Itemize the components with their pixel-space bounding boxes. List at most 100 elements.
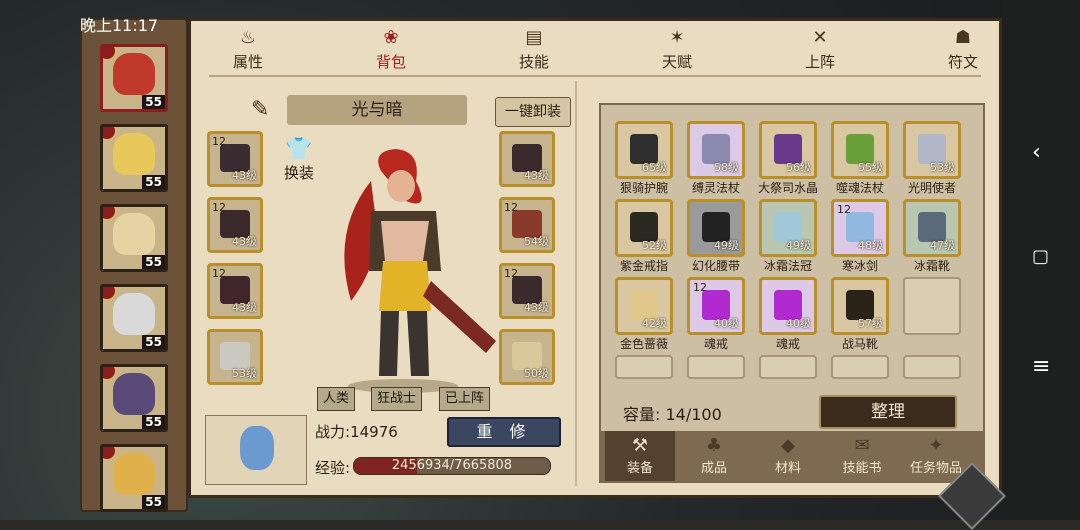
item-level: 56级 xyxy=(786,161,811,174)
inventory-item[interactable]: 40级 xyxy=(759,277,817,335)
tab-2[interactable]: ▤ 技能 xyxy=(489,27,579,72)
empty-slot[interactable] xyxy=(759,355,817,379)
hero-level: 55 xyxy=(142,495,165,509)
hero-portrait[interactable]: 55 xyxy=(100,204,168,272)
hero-portrait[interactable]: 55 xyxy=(100,444,168,512)
feather-icon[interactable]: ✎ xyxy=(251,97,269,122)
equip-slot[interactable]: 50级 xyxy=(499,329,555,385)
inventory-item[interactable]: 57级 xyxy=(831,277,889,335)
equip-slot[interactable]: 12 43级 xyxy=(207,197,263,253)
item-level: 57级 xyxy=(858,317,883,330)
item-name: 冰霜法冠 xyxy=(763,259,812,273)
bottom-tab-4[interactable]: ✦ 任务物品 xyxy=(901,435,971,476)
reforge-button[interactable]: 重 修 xyxy=(447,417,561,447)
item-name: 魂戒 xyxy=(703,337,728,351)
top-tabs: ♨ 属性 ❀ 背包 ▤ 技能 ✶ 天赋 ✕ 上阵 ☗ 符文 xyxy=(191,21,999,77)
item-name: 噬魂法杖 xyxy=(835,181,884,195)
pet-slot[interactable] xyxy=(205,415,307,485)
tab-5[interactable]: ☗ 符文 xyxy=(918,27,1008,72)
bottom-tab-1[interactable]: ♣ 成品 xyxy=(679,435,749,476)
inventory-item[interactable]: 52级 xyxy=(615,199,673,257)
hero-level: 55 xyxy=(142,255,165,269)
equip-slot[interactable]: 53级 xyxy=(207,329,263,385)
bottom-tab-label: 成品 xyxy=(700,461,727,476)
hero-level: 55 xyxy=(142,175,165,189)
empty-slot[interactable] xyxy=(615,355,673,379)
unequip-all-button[interactable]: 一键卸装 xyxy=(495,97,571,127)
pin-icon xyxy=(103,287,117,301)
item-level: 50级 xyxy=(524,367,549,380)
tab-label: 技能 xyxy=(518,53,549,71)
bottom-tab-2[interactable]: ◆ 材料 xyxy=(753,435,823,476)
empty-slot[interactable] xyxy=(687,355,745,379)
inventory-panel: ♨ 属性 ❀ 背包 ▤ 技能 ✶ 天赋 ✕ 上阵 ☗ 符文 ✎ 光与暗 一键卸装 👕 换装 12 43级… xyxy=(188,18,1002,498)
back-icon[interactable]: ‹ xyxy=(1032,140,1041,165)
hero-portrait[interactable]: 55 xyxy=(100,364,168,432)
tab-0[interactable]: ♨ 属性 xyxy=(203,27,293,72)
inventory-item[interactable]: 65级 xyxy=(615,121,673,179)
inventory-item[interactable]: 47级 xyxy=(903,199,961,257)
inventory-item[interactable]: 56级 xyxy=(759,121,817,179)
pet-dragon-icon xyxy=(240,426,274,470)
ore-icon: ◆ xyxy=(781,435,795,456)
pin-icon xyxy=(103,447,117,461)
sort-button[interactable]: 整理 xyxy=(819,395,957,429)
pouch-icon: ♣ xyxy=(705,435,723,456)
swords-icon: ✕ xyxy=(812,27,828,48)
equip-slot[interactable]: 12 43级 xyxy=(499,263,555,319)
inventory-item[interactable]: 49级 xyxy=(759,199,817,257)
capacity-label: 容量: xyxy=(623,405,661,424)
pin-icon xyxy=(103,127,117,141)
pin-icon xyxy=(103,207,117,221)
inventory-item[interactable]: 12 48级 xyxy=(831,199,889,257)
item-name: 幻化腰带 xyxy=(691,259,740,273)
star-icon: ✶ xyxy=(669,27,685,48)
equip-slot[interactable]: 43级 xyxy=(499,131,555,187)
empty-slot[interactable] xyxy=(831,355,889,379)
item-level: 47级 xyxy=(930,239,955,252)
tab-3[interactable]: ✶ 天赋 xyxy=(632,27,722,72)
item-level: 53级 xyxy=(232,367,257,380)
inventory-item[interactable]: 42级 xyxy=(615,277,673,335)
item-name: 寒冰剑 xyxy=(841,259,878,273)
item-level: 53级 xyxy=(930,161,955,174)
tab-label: 背包 xyxy=(375,53,406,71)
item-level: 40级 xyxy=(714,317,739,330)
tab-1[interactable]: ❀ 背包 xyxy=(346,27,436,72)
inventory-item[interactable]: 58级 xyxy=(687,121,745,179)
inventory-item[interactable]: 53级 xyxy=(903,121,961,179)
hero-portrait[interactable]: 55 xyxy=(100,284,168,352)
inventory-item[interactable]: 49级 xyxy=(687,199,745,257)
exp-value: 2456934/7665808 xyxy=(391,458,513,473)
bottom-tab-0[interactable]: ⚒ 装备 xyxy=(605,431,675,481)
bottom-tab-label: 任务物品 xyxy=(909,461,962,476)
hero-level: 55 xyxy=(142,95,165,109)
equip-slot[interactable]: 12 43级 xyxy=(207,131,263,187)
item-name: 光明使者 xyxy=(907,181,956,195)
item-name: 冰霜靴 xyxy=(913,259,950,273)
item-name: 狠骑护腕 xyxy=(619,181,668,195)
equip-slot[interactable]: 12 54级 xyxy=(499,197,555,253)
system-nav-bar: ‹ ▢ ≡ xyxy=(1002,0,1080,520)
status-clock: 晚上11:17 xyxy=(80,16,159,35)
bottom-tab-label: 材料 xyxy=(774,461,801,476)
hero-portrait[interactable]: 55 xyxy=(100,124,168,192)
inventory-item[interactable]: 12 40级 xyxy=(687,277,745,335)
bag-icon: ❀ xyxy=(383,27,399,48)
item-level: 65级 xyxy=(642,161,667,174)
item-name: 魂戒 xyxy=(775,337,800,351)
item-upgrade: 12 xyxy=(693,281,707,294)
equip-slot[interactable]: 12 43级 xyxy=(207,263,263,319)
inventory-item[interactable]: 55级 xyxy=(831,121,889,179)
empty-slot[interactable] xyxy=(903,355,961,379)
tab-label: 天赋 xyxy=(661,53,692,71)
empty-slot[interactable] xyxy=(903,277,961,335)
item-level: 40级 xyxy=(786,317,811,330)
tab-4[interactable]: ✕ 上阵 xyxy=(775,27,865,72)
home-icon[interactable]: ▢ xyxy=(1032,246,1049,267)
item-level: 42级 xyxy=(642,317,667,330)
hero-portrait[interactable]: 55 xyxy=(100,44,168,112)
bottom-tab-3[interactable]: ✉ 技能书 xyxy=(827,435,897,476)
upgrade-level: 12 xyxy=(212,135,226,148)
menu-icon[interactable]: ≡ xyxy=(1032,354,1050,379)
